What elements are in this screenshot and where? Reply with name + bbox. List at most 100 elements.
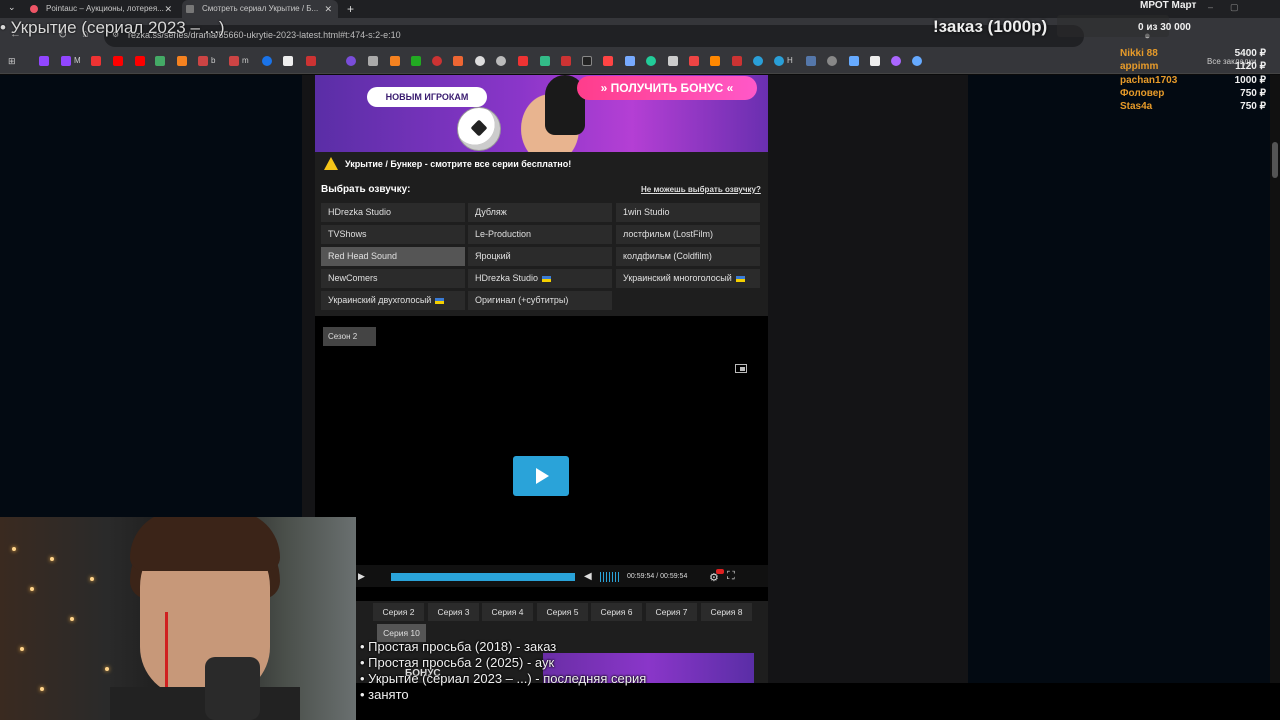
progress-fill — [392, 574, 574, 580]
voice-option[interactable]: TVShows — [321, 225, 465, 244]
voice-option[interactable]: HDrezka Studio — [321, 203, 465, 222]
bookmark-orange-icon[interactable] — [390, 56, 400, 66]
tab-pointauc[interactable]: Pointauc – Аукционы, лотерея... ✕ — [26, 0, 178, 18]
bookmark-purple2-icon[interactable] — [891, 56, 901, 66]
new-tab-button[interactable]: + — [347, 0, 354, 18]
bookmark-blue2-icon[interactable] — [625, 56, 635, 66]
voice-option-active[interactable]: Red Head Sound — [321, 247, 465, 266]
voice-option[interactable]: Le-Production — [468, 225, 612, 244]
order-queue: • Простая просьба (2018) - заказ • Прост… — [360, 639, 646, 703]
voice-select-title: Выбрать озвучку: — [321, 184, 411, 195]
volume-icon[interactable]: ◀ — [584, 571, 592, 582]
bookmark-red4-icon[interactable] — [518, 56, 528, 66]
bookmark-label[interactable]: m — [242, 56, 249, 65]
bookmark-circle2-icon[interactable] — [496, 56, 506, 66]
voice-option[interactable]: HDrezka Studio — [468, 269, 612, 288]
volume-slider[interactable] — [600, 572, 620, 582]
voice-option[interactable]: колдфильм (Coldfilm) — [616, 247, 760, 266]
bookmark-gmail-icon[interactable] — [198, 56, 208, 66]
bookmark-blue-icon[interactable] — [262, 56, 272, 66]
ad-subtitle: НОВЫМ ИГРОКАМ — [367, 87, 487, 107]
voice-option[interactable]: 1win Studio — [616, 203, 760, 222]
ad-banner[interactable]: НОВЫМ ИГРОКАМ » ПОЛУЧИТЬ БОНУС « — [315, 75, 768, 152]
person-hair — [130, 517, 280, 571]
picture-in-picture-icon[interactable] — [735, 364, 747, 373]
maximize-icon[interactable]: ▢ — [1230, 2, 1239, 13]
bookmark-label[interactable]: b — [211, 56, 215, 65]
bookmark-orange3-icon[interactable] — [710, 56, 720, 66]
close-tab-icon[interactable]: ✕ — [164, 0, 172, 18]
tab-search-icon[interactable]: ⌄ — [8, 2, 16, 13]
voice-option[interactable]: лостфильм (LostFilm) — [616, 225, 760, 244]
bookmark-a-icon[interactable] — [582, 56, 592, 66]
bookmark-label[interactable]: M — [74, 56, 81, 65]
bookmark-twitch2-icon[interactable] — [61, 56, 71, 66]
voice-option-label: Украинский двухголосый — [328, 295, 432, 305]
bookmark-x-icon[interactable] — [668, 56, 678, 66]
bookmark-red3-icon[interactable] — [432, 56, 442, 66]
close-tab-icon[interactable]: ✕ — [324, 0, 332, 18]
minimize-icon[interactable]: – — [1208, 2, 1213, 12]
play-button[interactable] — [513, 456, 569, 496]
bookmark-globe-icon[interactable] — [827, 56, 837, 66]
episode-button[interactable]: Серия 3 — [428, 603, 479, 621]
bookmark-p-icon[interactable] — [870, 56, 880, 66]
voice-option[interactable]: Дубляж — [468, 203, 612, 222]
bookmark-orange2-icon[interactable] — [453, 56, 463, 66]
fairy-light — [70, 617, 74, 621]
bookmark-youtube-icon[interactable] — [113, 56, 123, 66]
episode-button[interactable]: Серия 4 — [482, 603, 533, 621]
bookmark-circle-icon[interactable] — [475, 56, 485, 66]
fairy-light — [90, 577, 94, 581]
voice-help-link[interactable]: Не можешь выбрать озвучку? — [641, 185, 761, 194]
bookmark-mail-icon[interactable] — [177, 56, 187, 66]
voice-option[interactable]: Оригинал (+субтитры) — [468, 291, 612, 310]
voice-option[interactable]: Яроцкий — [468, 247, 612, 266]
voice-option[interactable]: Украинский двухголосый — [321, 291, 465, 310]
bookmark-green-icon[interactable] — [155, 56, 165, 66]
bookmark-green2-icon[interactable] — [540, 56, 550, 66]
bookmark-blue3-icon[interactable] — [849, 56, 859, 66]
queue-item: • занято — [360, 687, 409, 702]
bookmark-purple-icon[interactable] — [346, 56, 356, 66]
episode-button[interactable]: Серия 2 — [373, 603, 424, 621]
bookmark-label[interactable]: H — [787, 56, 793, 65]
episode-button[interactable]: Серия 6 — [591, 603, 642, 621]
ad-bonus-button[interactable]: » ПОЛУЧИТЬ БОНУС « — [577, 76, 757, 100]
bookmark-a2-icon[interactable] — [603, 56, 613, 66]
bookmark-green3-icon[interactable] — [646, 56, 656, 66]
apps-grid-icon[interactable]: ⊞ — [8, 56, 18, 66]
bookmark-telegram-icon[interactable] — [753, 56, 763, 66]
bookmark-sheets-icon[interactable] — [411, 56, 421, 66]
play-small-icon[interactable]: ▶ — [358, 571, 365, 582]
bookmark-red6-icon[interactable] — [732, 56, 742, 66]
bookmark-red5-icon[interactable] — [689, 56, 699, 66]
ukraine-flag-icon — [542, 275, 552, 282]
bookmark-gmail2-icon[interactable] — [229, 56, 239, 66]
episode-button[interactable]: Серия 8 — [701, 603, 752, 621]
tab-title: Смотреть сериал Укрытие / Б... — [202, 4, 319, 13]
episode-button[interactable]: Серия 7 — [646, 603, 697, 621]
voice-option[interactable]: Украинский многоголосый — [616, 269, 760, 288]
bookmark-4k-icon[interactable] — [561, 56, 571, 66]
bookmark-gray-icon[interactable] — [368, 56, 378, 66]
bookmark-red2-icon[interactable] — [306, 56, 316, 66]
voice-option-label: Le-Production — [475, 229, 532, 239]
page-scrollbar-thumb[interactable] — [1272, 142, 1278, 178]
bookmark-telegram2-icon[interactable] — [774, 56, 784, 66]
bookmark-red-icon[interactable] — [91, 56, 101, 66]
bookmark-v-icon[interactable] — [806, 56, 816, 66]
bookmark-blue4-icon[interactable] — [912, 56, 922, 66]
tab-rezka[interactable]: Смотреть сериал Укрытие / Б... ✕ — [182, 0, 338, 18]
bookmark-twitch-icon[interactable] — [39, 56, 49, 66]
progress-bar[interactable] — [391, 573, 575, 581]
bookmark-white-icon[interactable] — [283, 56, 293, 66]
voice-option[interactable]: NewComers — [321, 269, 465, 288]
episode-button[interactable]: Серия 5 — [537, 603, 588, 621]
screen: ⌄ Pointauc – Аукционы, лотерея... ✕ Смот… — [0, 0, 1280, 720]
rezka-favicon-icon — [186, 5, 194, 13]
player-time: 00:59:54 / 00:59:54 — [627, 573, 688, 580]
bookmark-youtube2-icon[interactable] — [135, 56, 145, 66]
season-tab[interactable]: Сезон 2 — [323, 327, 376, 346]
fullscreen-icon[interactable]: ⛶ — [727, 570, 735, 583]
